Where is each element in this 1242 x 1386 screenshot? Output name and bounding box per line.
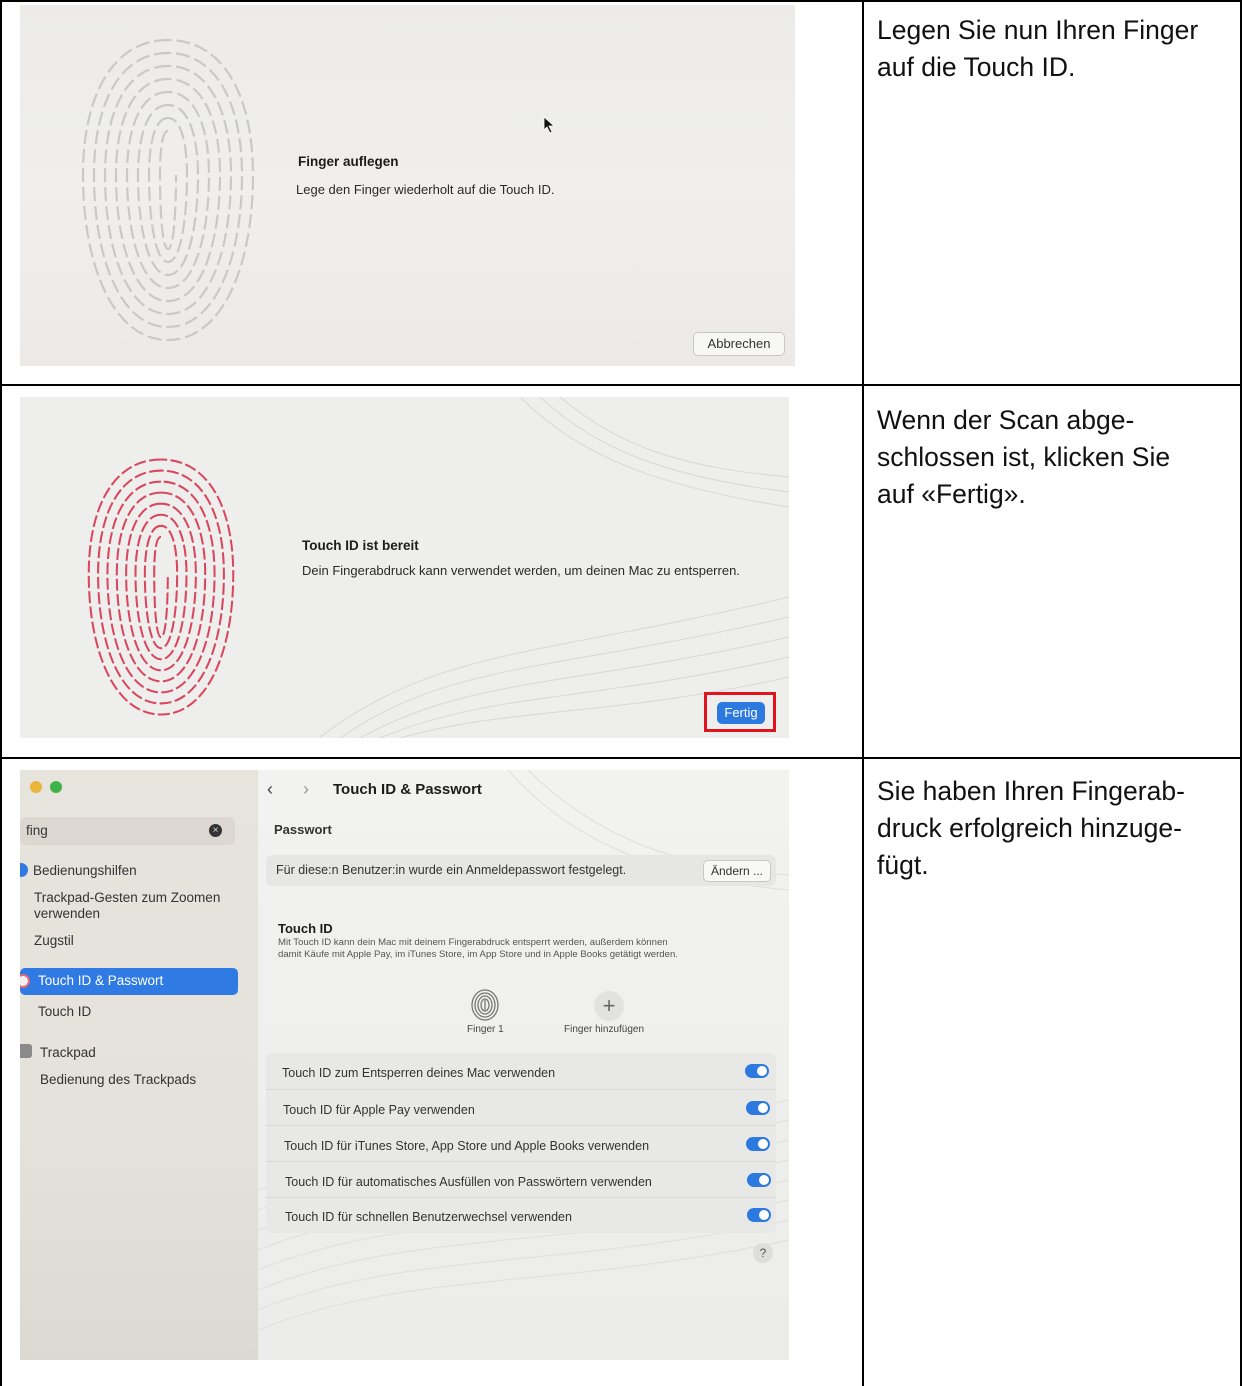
fingerprint-icon xyxy=(81,38,255,342)
sidebar-item-touchid-password[interactable]: Touch ID & Passwort xyxy=(20,968,238,995)
finger-1-label: Finger 1 xyxy=(467,1024,504,1035)
option-label: Touch ID zum Entsperren deines Mac verwe… xyxy=(282,1066,556,1080)
toggle-switch[interactable] xyxy=(746,1137,770,1151)
option-row: Touch ID für schnellen Benutzerwechsel v… xyxy=(266,1197,776,1234)
sidebar-item-zoom-style[interactable]: Zugstil xyxy=(34,933,74,948)
instruction-line: Sie haben Ihren Fingerab- xyxy=(877,776,1185,806)
sidebar-item-trackpad[interactable]: Trackpad xyxy=(40,1045,96,1060)
option-label: Touch ID für schnellen Benutzerwechsel v… xyxy=(285,1210,572,1224)
table-border-left xyxy=(0,0,2,1386)
screenshot-system-settings: fing × Bedienungshilfen Trackpad-Gesten … xyxy=(20,770,789,1360)
highlight-box xyxy=(704,692,776,732)
sidebar-item-label: Trackpad-Gesten zum Zoomen verwenden xyxy=(34,890,221,921)
page-title: Touch ID & Passwort xyxy=(333,781,482,798)
sidebar-item-trackpad-usage[interactable]: Bedienung des Trackpads xyxy=(40,1072,196,1087)
dialog-description: Lege den Finger wiederholt auf die Touch… xyxy=(296,182,555,197)
fingerprint-icon xyxy=(20,974,30,988)
back-chevron-icon[interactable]: ‹ xyxy=(267,779,273,800)
table-row-divider-1 xyxy=(0,384,1242,386)
dialog-title: Finger auflegen xyxy=(298,154,399,169)
option-label: Touch ID für Apple Pay verwenden xyxy=(283,1103,475,1117)
instruction-line: auf «Fertig». xyxy=(877,479,1026,509)
section-heading-password: Passwort xyxy=(274,822,332,837)
screenshot-finger-placement: Finger auflegen Lege den Finger wiederho… xyxy=(20,5,795,366)
option-row: Touch ID zum Entsperren deines Mac verwe… xyxy=(266,1053,776,1089)
toggle-switch[interactable] xyxy=(745,1064,769,1078)
sidebar-item-accessibility[interactable]: Bedienungshilfen xyxy=(33,863,137,878)
toggle-switch[interactable] xyxy=(747,1208,771,1222)
instruction-line: fügt. xyxy=(877,850,929,880)
clear-search-icon[interactable]: × xyxy=(209,824,222,837)
add-finger-label: Finger hinzufügen xyxy=(564,1024,645,1035)
option-row: Touch ID für iTunes Store, App Store und… xyxy=(266,1125,776,1162)
sidebar-item-touchid[interactable]: Touch ID xyxy=(38,1004,91,1019)
toggle-switch[interactable] xyxy=(746,1101,770,1115)
trackpad-icon xyxy=(20,1044,32,1058)
password-status-text: Für diese:n Benutzer:in wurde ein Anmeld… xyxy=(276,863,627,877)
instruction-line: auf die Touch ID. xyxy=(877,52,1076,82)
help-icon[interactable]: ? xyxy=(753,1243,773,1263)
touchid-options-list: Touch ID zum Entsperren deines Mac verwe… xyxy=(266,1053,776,1233)
table-border-middle xyxy=(862,0,864,1386)
forward-chevron-icon[interactable]: › xyxy=(303,779,309,800)
option-row: Touch ID für automatisches Ausfüllen von… xyxy=(266,1161,776,1198)
section-heading-touchid: Touch ID xyxy=(278,921,333,936)
cancel-button[interactable]: Abbrechen xyxy=(693,332,785,356)
instruction-step-3: Sie haben Ihren Fingerab- druck erfolgre… xyxy=(877,773,1227,884)
instruction-line: Wenn der Scan abge- xyxy=(877,405,1135,435)
option-label: Touch ID für automatisches Ausfüllen von… xyxy=(285,1175,652,1189)
accessibility-icon xyxy=(20,863,28,877)
password-row: Für diese:n Benutzer:in wurde ein Anmeld… xyxy=(266,855,776,886)
settings-sidebar: fing × Bedienungshilfen Trackpad-Gesten … xyxy=(20,770,258,1360)
toggle-switch[interactable] xyxy=(747,1173,771,1187)
table-border-top xyxy=(0,0,1242,2)
sidebar-item-trackpad-zoom[interactable]: Trackpad-Gesten zum Zoomen verwenden xyxy=(34,890,244,922)
option-label: Touch ID für iTunes Store, App Store und… xyxy=(284,1139,650,1153)
dialog-description: Dein Fingerabdruck kann verwendet werden… xyxy=(302,563,740,578)
instruction-line: druck erfolgreich hinzuge- xyxy=(877,813,1182,843)
instruction-line: schlossen ist, klicken Sie xyxy=(877,442,1171,472)
sidebar-item-label: Touch ID & Passwort xyxy=(38,973,164,988)
window-minimize-icon[interactable] xyxy=(30,781,42,793)
fingerprint-icon[interactable] xyxy=(470,988,500,1022)
settings-main-pane: ‹ › Touch ID & Passwort Passwort Für die… xyxy=(258,770,789,1360)
screenshot-touchid-ready: Touch ID ist bereit Dein Fingerabdruck k… xyxy=(20,397,789,738)
change-password-button[interactable]: Ändern ... xyxy=(703,860,771,882)
touchid-description: damit Käufe mit Apple Pay, im iTunes Sto… xyxy=(278,949,678,960)
touchid-description: Mit Touch ID kann dein Mac mit deinem Fi… xyxy=(278,937,668,948)
instruction-step-2: Wenn der Scan abge- schlossen ist, klick… xyxy=(877,402,1227,513)
dialog-title: Touch ID ist bereit xyxy=(302,538,419,553)
table-row-divider-2 xyxy=(0,757,1242,759)
option-row: Touch ID für Apple Pay verwenden xyxy=(266,1089,776,1126)
window-zoom-icon[interactable] xyxy=(50,781,62,793)
search-field[interactable]: fing × xyxy=(20,817,235,845)
add-finger-icon[interactable]: + xyxy=(594,991,624,1021)
instruction-line: Legen Sie nun Ihren Finger xyxy=(877,15,1199,45)
mouse-cursor-icon xyxy=(543,116,556,134)
instruction-step-1: Legen Sie nun Ihren Finger auf die Touch… xyxy=(877,12,1227,86)
search-input[interactable]: fing xyxy=(26,823,48,838)
table-border-right xyxy=(1240,0,1242,1386)
fingerprint-icon xyxy=(87,458,235,716)
